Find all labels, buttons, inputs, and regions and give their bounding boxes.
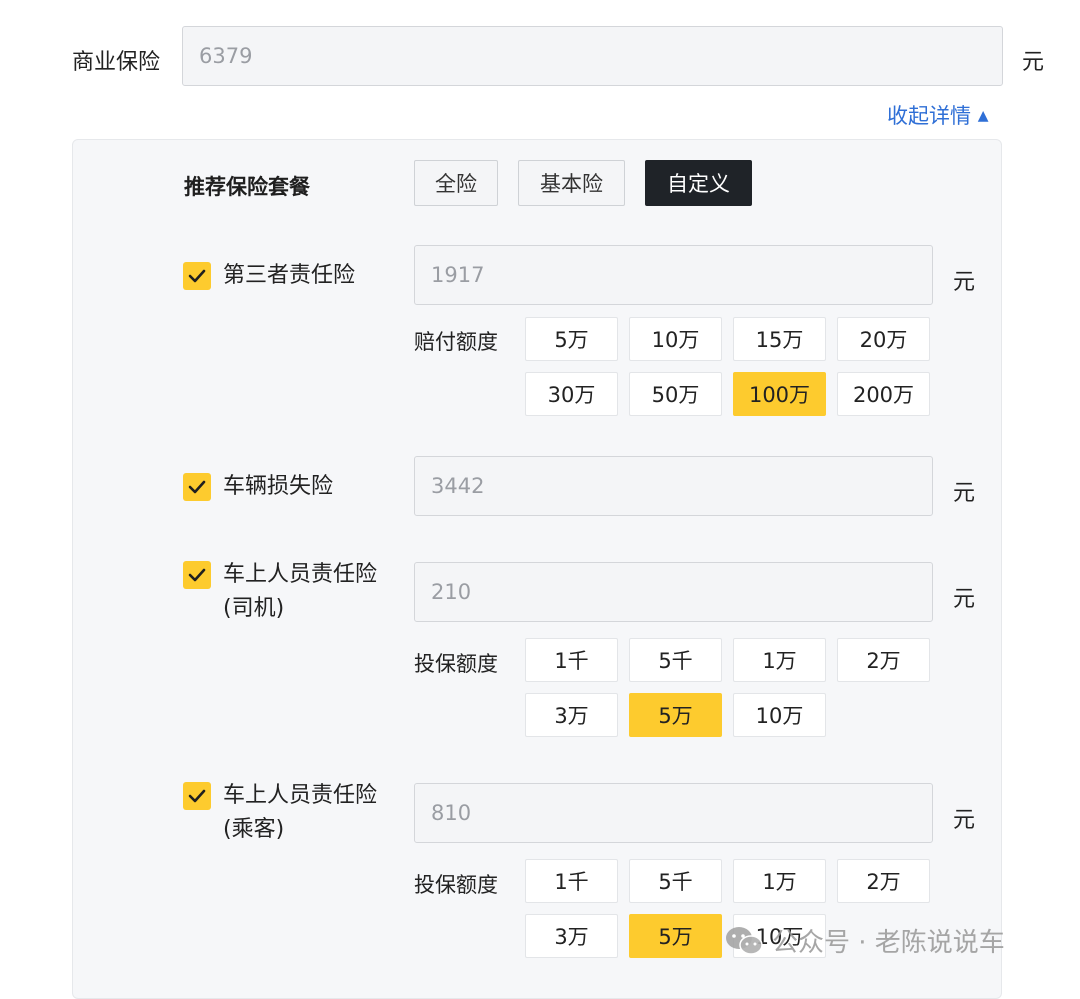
passenger-option[interactable]: 5千 — [629, 859, 722, 903]
package-basic-button[interactable]: 基本险 — [518, 160, 625, 206]
passenger-option[interactable]: 2万 — [837, 859, 930, 903]
package-full-button[interactable]: 全险 — [414, 160, 498, 206]
driver-option[interactable]: 5千 — [629, 638, 722, 682]
driver-option[interactable]: 2万 — [837, 638, 930, 682]
third-party-option[interactable]: 200万 — [837, 372, 930, 416]
collapse-details-label: 收起详情 — [887, 104, 971, 128]
third-party-option[interactable]: 30万 — [525, 372, 618, 416]
passenger-liability-name-line1: 车上人员责任险 — [223, 783, 378, 808]
third-party-option-label: 赔付额度 — [414, 330, 498, 354]
package-custom-button[interactable]: 自定义 — [645, 160, 752, 206]
passenger-liability-name: 车上人员责任险 (乘客) — [223, 779, 377, 847]
driver-liability-name-line2: (司机) — [223, 596, 285, 621]
passenger-option[interactable]: 3万 — [525, 914, 618, 958]
third-party-name: 第三者责任险 — [223, 263, 356, 288]
driver-liability-input[interactable]: 210 — [414, 562, 933, 622]
check-icon — [188, 789, 206, 803]
passenger-liability-input[interactable]: 810 — [414, 783, 933, 843]
driver-liability-checkbox[interactable] — [183, 561, 211, 589]
third-party-unit: 元 — [953, 270, 976, 295]
watermark: 公众号 · 老陈说说车 — [724, 922, 1005, 959]
driver-option[interactable]: 3万 — [525, 693, 618, 737]
vehicle-damage-input[interactable]: 3442 — [414, 456, 933, 516]
wechat-icon — [726, 926, 763, 955]
third-party-option[interactable]: 50万 — [629, 372, 722, 416]
passenger-liability-name-line2: (乘客) — [223, 817, 285, 842]
driver-liability-unit: 元 — [953, 587, 976, 612]
passenger-option[interactable]: 1千 — [525, 859, 618, 903]
driver-option-label: 投保额度 — [414, 652, 498, 676]
recommended-package-title: 推荐保险套餐 — [184, 175, 310, 199]
driver-liability-name: 车上人员责任险 (司机) — [223, 558, 377, 626]
driver-option-selected[interactable]: 5万 — [629, 693, 722, 737]
passenger-option-label: 投保额度 — [414, 873, 498, 897]
commercial-insurance-unit: 元 — [1022, 50, 1045, 75]
vehicle-damage-unit: 元 — [953, 481, 976, 506]
third-party-option[interactable]: 15万 — [733, 317, 826, 361]
third-party-checkbox[interactable] — [183, 262, 211, 290]
check-icon — [188, 269, 206, 283]
third-party-option[interactable]: 5万 — [525, 317, 618, 361]
passenger-liability-checkbox[interactable] — [183, 782, 211, 810]
commercial-insurance-label: 商业保险 — [72, 50, 161, 75]
driver-option[interactable]: 10万 — [733, 693, 826, 737]
passenger-liability-unit: 元 — [953, 808, 976, 833]
caret-up-icon: ▲ — [977, 108, 989, 124]
passenger-option[interactable]: 1万 — [733, 859, 826, 903]
commercial-insurance-input[interactable]: 6379 — [182, 26, 1003, 86]
passenger-option-selected[interactable]: 5万 — [629, 914, 722, 958]
driver-option[interactable]: 1千 — [525, 638, 618, 682]
check-icon — [188, 480, 206, 494]
third-party-option[interactable]: 20万 — [837, 317, 930, 361]
vehicle-damage-checkbox[interactable] — [183, 473, 211, 501]
third-party-input[interactable]: 1917 — [414, 245, 933, 305]
third-party-option-selected[interactable]: 100万 — [733, 372, 826, 416]
vehicle-damage-name: 车辆损失险 — [223, 474, 334, 499]
driver-option[interactable]: 1万 — [733, 638, 826, 682]
check-icon — [188, 568, 206, 582]
driver-liability-name-line1: 车上人员责任险 — [223, 562, 378, 587]
third-party-option[interactable]: 10万 — [629, 317, 722, 361]
collapse-details-link[interactable]: 收起详情 ▲ — [887, 100, 988, 130]
watermark-text: 公众号 · 老陈说说车 — [772, 928, 1005, 958]
